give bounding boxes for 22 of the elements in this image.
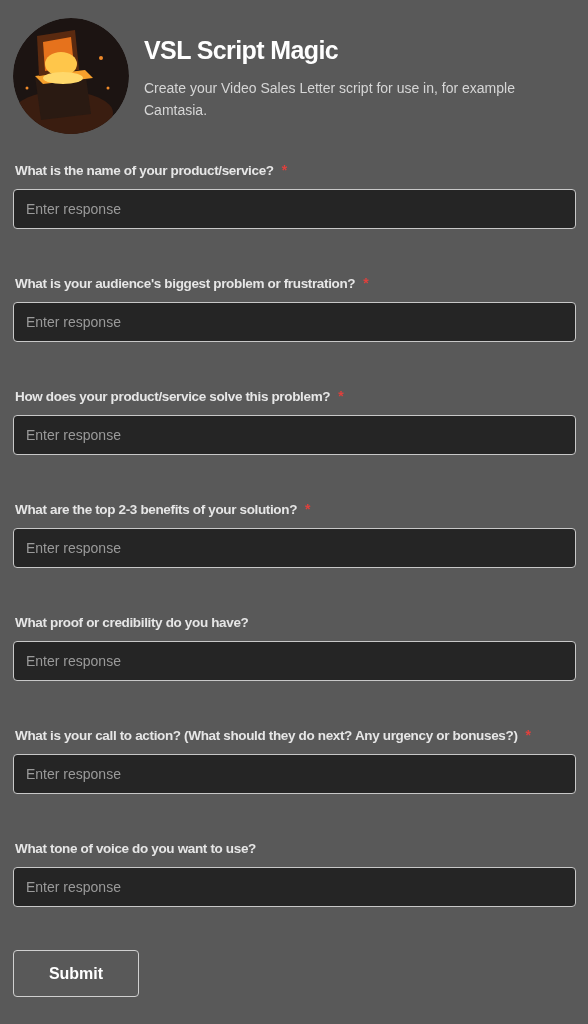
question-label: What is your call to action? (What should they do next? Any urgency or bonuses?): [15, 727, 518, 745]
question-label: What proof or credibility do you have?: [15, 614, 249, 632]
response-field[interactable]: Enter response: [13, 189, 576, 229]
required-mark: *: [525, 727, 531, 743]
required-mark: *: [338, 388, 344, 404]
required-mark: *: [281, 162, 288, 178]
question-label: What is your audience's biggest problem or frustration?: [15, 275, 356, 293]
response-field[interactable]: Enter response: [13, 415, 576, 455]
question-label: What is the name of your product/service?: [15, 162, 274, 180]
app-title: VSL Script Magic: [144, 36, 340, 65]
required-mark: *: [305, 501, 311, 517]
question-label: What tone of voice do you want to use?: [15, 840, 256, 858]
question-label: How does your product/service solve this problem?: [15, 388, 331, 406]
response-field[interactable]: Enter response: [13, 528, 576, 568]
response-field[interactable]: Enter response: [13, 867, 576, 907]
response-field[interactable]: Enter response: [13, 754, 576, 794]
question-label: What are the top 2-3 benefits of your solution?: [15, 501, 298, 519]
required-mark: *: [363, 275, 369, 291]
submit-button[interactable]: Submit: [13, 950, 139, 997]
app-description: Create your Video Sales Letter script for use in, for example Camtasia.: [144, 79, 516, 120]
response-field[interactable]: Enter response: [13, 641, 576, 681]
response-field[interactable]: Enter response: [13, 302, 576, 342]
